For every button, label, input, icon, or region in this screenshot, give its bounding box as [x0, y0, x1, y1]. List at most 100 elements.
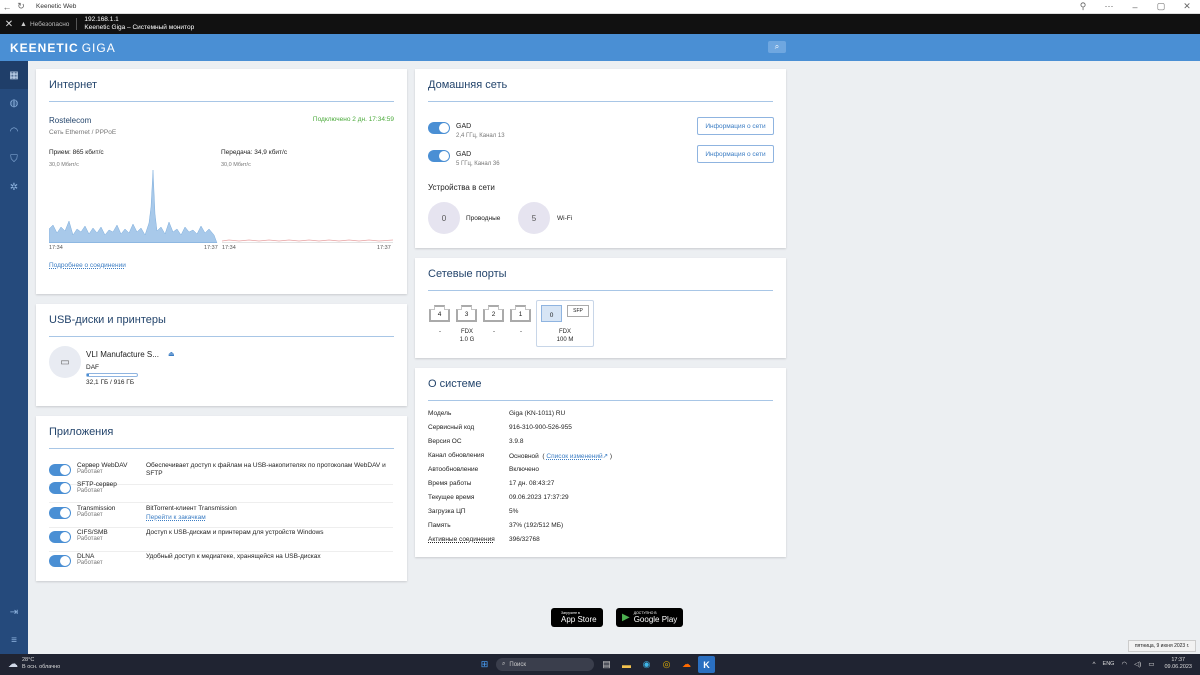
- search-button[interactable]: ⌕: [768, 41, 786, 53]
- page-title: Keenetic Giga – Системный монитор: [84, 24, 195, 31]
- port-status: -: [520, 329, 522, 335]
- weather-widget[interactable]: ☁ 28°C В осн. облачно: [8, 657, 60, 671]
- internet-title[interactable]: Интернет: [49, 79, 97, 91]
- port-1[interactable]: 1: [511, 306, 530, 321]
- chevron-up-icon[interactable]: ^: [1092, 661, 1095, 668]
- home-network-card: Домашняя сеть GAD 2,4 ГГц, Канал 13 Инфо…: [415, 69, 786, 248]
- changelog-link[interactable]: Список изменений: [546, 453, 602, 460]
- network-info-button[interactable]: Информация о сети: [697, 117, 774, 135]
- app-toggle[interactable]: [49, 507, 71, 519]
- soundcloud-icon[interactable]: ☁: [678, 656, 695, 673]
- app-status: Работает: [77, 560, 103, 566]
- sidebar-item-dashboard[interactable]: ▦: [0, 61, 28, 89]
- about-label: Время работы: [428, 480, 472, 487]
- app-store-button[interactable]: Загрузите в App Store: [551, 608, 603, 627]
- app-toggle[interactable]: [49, 464, 71, 476]
- app-name[interactable]: Transmission: [77, 505, 115, 512]
- wifi-count[interactable]: 5: [518, 202, 550, 234]
- port-3[interactable]: 3: [457, 306, 476, 321]
- reload-icon[interactable]: ↻: [14, 0, 28, 14]
- key-icon[interactable]: ⚲: [1070, 0, 1096, 14]
- close-icon[interactable]: ✕: [2, 19, 16, 30]
- apps-title[interactable]: Приложения: [49, 426, 113, 438]
- sidebar-item-logout[interactable]: ⇥: [0, 598, 28, 626]
- disk-name[interactable]: VLI Manufacture S...: [86, 350, 159, 359]
- warning-icon[interactable]: ▲: [20, 21, 27, 28]
- ports-title[interactable]: Сетевые порты: [428, 268, 507, 280]
- gplay-big: Google Play: [633, 615, 678, 624]
- app-toggle[interactable]: [49, 482, 71, 494]
- keenetic-app-icon[interactable]: K: [698, 656, 715, 673]
- home-title[interactable]: Домашняя сеть: [428, 79, 507, 91]
- google-play-button[interactable]: ▶ ДОСТУПНО В Google Play: [616, 608, 684, 627]
- connection-status: Подключено 2 дн. 17:34:59: [312, 116, 394, 123]
- sidebar-item-menu[interactable]: ≡: [0, 626, 28, 654]
- url-text[interactable]: 192.168.1.1: [84, 16, 194, 24]
- battery-icon[interactable]: ▭: [1148, 660, 1154, 668]
- app-name[interactable]: Сервер WebDAV: [77, 462, 127, 469]
- app-toggle[interactable]: [49, 531, 71, 543]
- connection-details-link[interactable]: Подробнее о соединении: [49, 262, 126, 269]
- sidebar-item-internet[interactable]: ◍: [0, 89, 28, 117]
- widgets-icon[interactable]: ▤: [598, 656, 615, 673]
- globe-icon: ◍: [9, 97, 19, 109]
- active-connections-link[interactable]: Активные соединения: [428, 536, 495, 543]
- sidebar-item-wifi[interactable]: ◠: [0, 117, 28, 145]
- network-info-button[interactable]: Информация о сети: [697, 145, 774, 163]
- sidebar-item-settings[interactable]: ✲: [0, 173, 28, 201]
- shield-icon: ⛉: [10, 153, 18, 165]
- about-value: Включено: [509, 466, 539, 473]
- connection-type: Сеть Ethernet / PPPoE: [49, 129, 117, 136]
- wired-count[interactable]: 0: [428, 202, 460, 234]
- port-2[interactable]: 2: [484, 306, 503, 321]
- start-icon[interactable]: ⊞: [476, 656, 493, 673]
- volume-icon[interactable]: ◁): [1134, 660, 1141, 668]
- rx-time-start: 17:34: [49, 245, 63, 251]
- sfp-port[interactable]: SFP: [567, 305, 589, 317]
- menu-dots-icon[interactable]: ⋯: [1096, 0, 1122, 14]
- close-window-icon[interactable]: ✕: [1174, 0, 1200, 14]
- wired-label[interactable]: Проводные: [466, 215, 500, 222]
- wifi-5-toggle[interactable]: [428, 150, 450, 162]
- hamburger-icon: ≡: [11, 634, 17, 646]
- search-label: Поиск: [509, 661, 527, 668]
- language-indicator[interactable]: ENG: [1103, 661, 1115, 667]
- external-link-icon: ↗: [602, 453, 609, 460]
- url-block[interactable]: 192.168.1.1 Keenetic Giga – Системный мо…: [84, 16, 194, 32]
- chrome-icon[interactable]: ◎: [658, 656, 675, 673]
- wan-status-1: FDX: [559, 329, 571, 335]
- about-value: 396/32768: [509, 536, 540, 543]
- clock[interactable]: 17:37 09.06.2023: [1164, 657, 1192, 671]
- sidebar-item-security[interactable]: ⛉: [0, 145, 28, 173]
- wifi-icon[interactable]: ◠: [1121, 660, 1127, 668]
- port-4[interactable]: 4: [430, 306, 449, 321]
- keenetic-logo[interactable]: KEENETIC GIGA: [10, 41, 116, 55]
- eject-icon[interactable]: ⏏: [168, 350, 175, 358]
- app-name[interactable]: SFTP-сервер: [77, 481, 117, 488]
- maximize-icon[interactable]: ▢: [1148, 0, 1174, 14]
- edge-icon[interactable]: ◉: [638, 656, 655, 673]
- about-title[interactable]: О системе: [428, 378, 481, 390]
- usb-title[interactable]: USB-диски и принтеры: [49, 314, 166, 326]
- downloads-link[interactable]: Перейти к закачкам: [146, 514, 206, 521]
- about-value: 916-310-900-526-955: [509, 424, 572, 431]
- wifi-24-toggle[interactable]: [428, 122, 450, 134]
- port-0[interactable]: 0: [541, 305, 562, 322]
- logo-brand: KEENETIC: [10, 40, 79, 55]
- window-titlebar: ← ↻ Keenetic Web ⚲ ⋯ – ▢ ✕: [0, 0, 1200, 14]
- back-icon[interactable]: ←: [0, 0, 14, 14]
- dashboard-icon: ▦: [9, 69, 19, 81]
- date-tooltip: пятница, 9 июня 2023 г.: [1128, 640, 1196, 652]
- app-name[interactable]: CIFS/SMB: [77, 529, 108, 536]
- wifi-label[interactable]: Wi-Fi: [557, 215, 572, 222]
- folder-icon[interactable]: ▬: [618, 656, 635, 673]
- app-toggle[interactable]: [49, 555, 71, 567]
- search-icon: ⌕: [502, 661, 506, 667]
- app-name[interactable]: DLNA: [77, 553, 94, 560]
- logo-model: GIGA: [81, 40, 116, 55]
- taskbar-search[interactable]: ⌕ Поиск: [496, 658, 594, 671]
- about-label: Автообновление: [428, 466, 479, 473]
- minimize-icon[interactable]: –: [1122, 0, 1148, 14]
- insecure-label[interactable]: Небезопасно: [30, 21, 69, 28]
- gear-icon: ✲: [9, 181, 19, 193]
